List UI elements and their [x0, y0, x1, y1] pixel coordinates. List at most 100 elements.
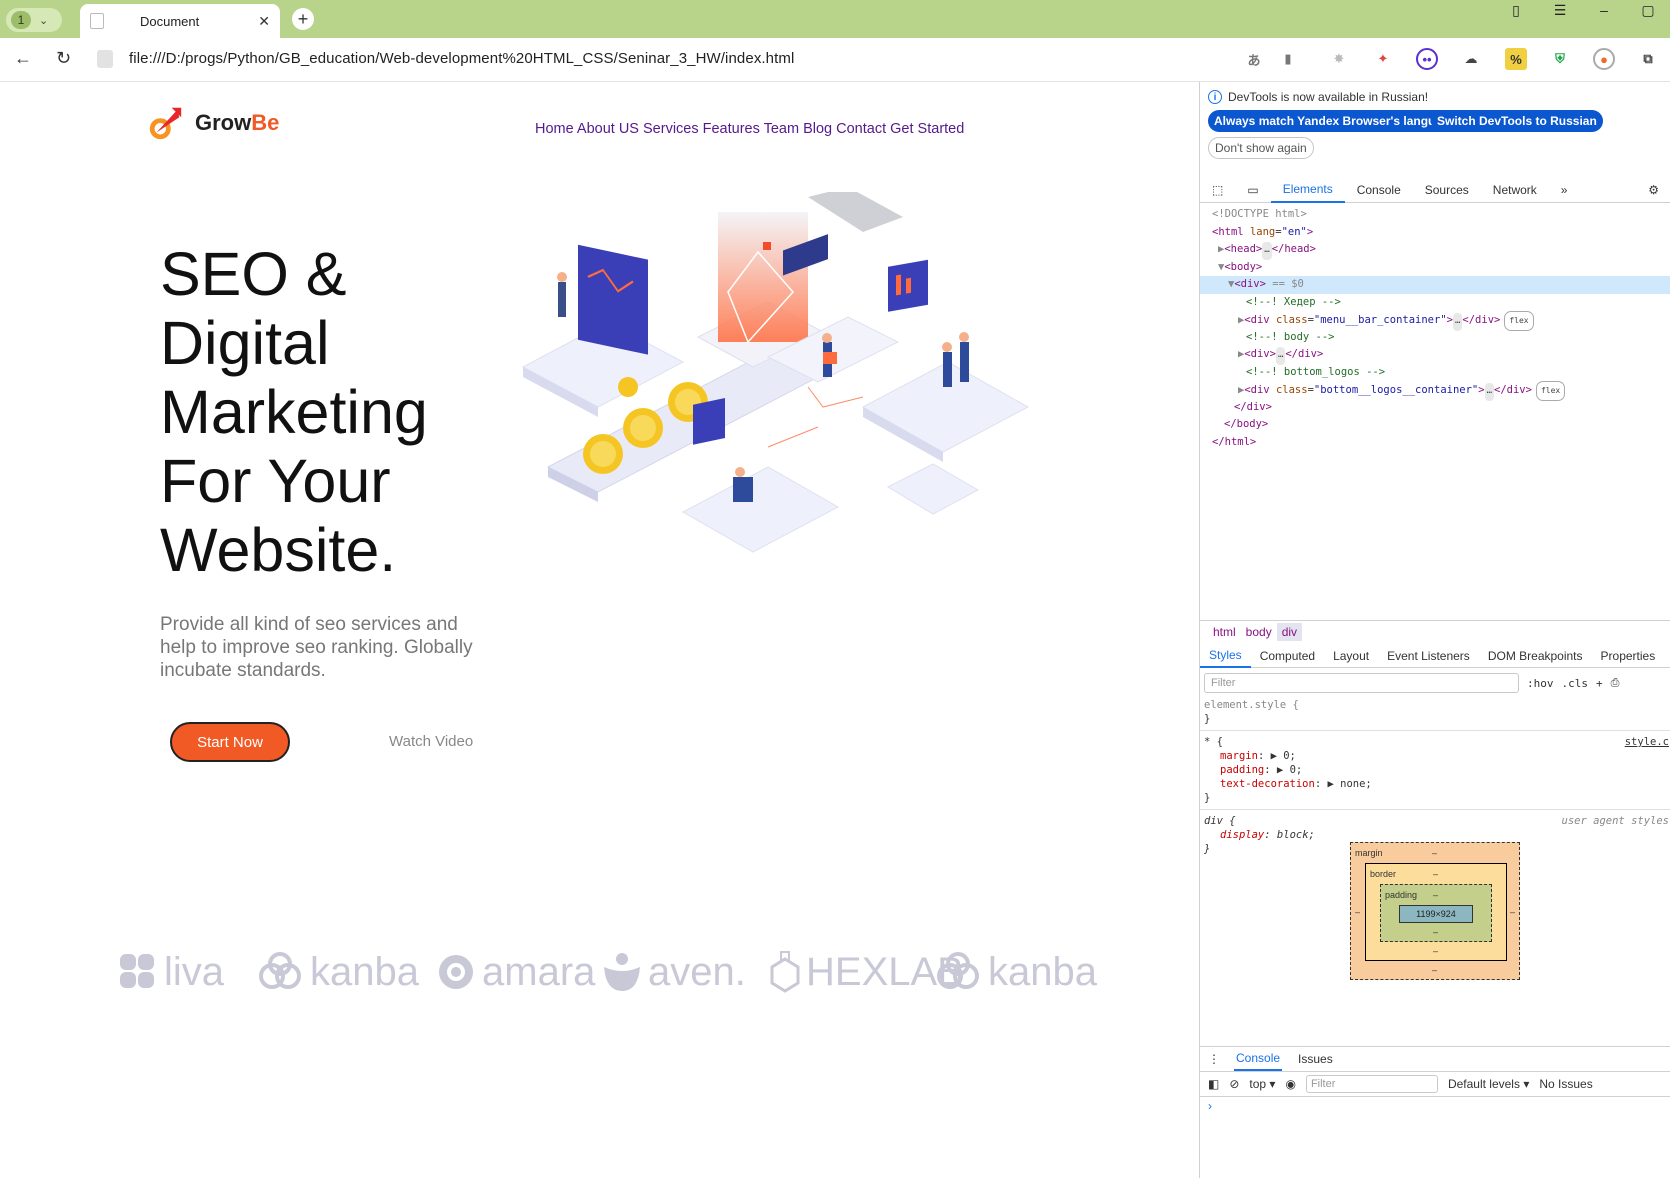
partner-logo: kanba — [258, 942, 419, 1002]
levels-select[interactable]: Default levels ▾ — [1448, 1077, 1529, 1091]
dom-node[interactable]: ▶<head>… </head> — [1200, 241, 1670, 260]
dom-node[interactable]: <html lang="en"> — [1200, 224, 1670, 242]
box-model-diagram: margin – – – – border – – padding – – 11… — [1350, 842, 1520, 980]
dom-node[interactable]: <!--! Хедер --> — [1200, 294, 1670, 312]
dom-node[interactable]: </body> — [1200, 416, 1670, 434]
cloud-download-icon[interactable]: ☁ — [1460, 48, 1482, 70]
console-prompt[interactable]: › — [1200, 1097, 1670, 1115]
sidebar-toggle-icon[interactable]: ◧ — [1208, 1077, 1219, 1091]
context-select[interactable]: top ▾ — [1249, 1077, 1275, 1091]
crumb-body[interactable]: body — [1241, 623, 1277, 641]
dom-node[interactable]: <!--! bottom_logos --> — [1200, 364, 1670, 382]
close-tab-icon[interactable]: ✕ — [258, 13, 270, 30]
minimize-button[interactable]: – — [1582, 0, 1626, 24]
browser-window: 1 ⌄ Document ✕ + ▯ ☰ – ▢ ← ↻ file:///D:/… — [0, 0, 1670, 1178]
device-toolbar-icon[interactable]: ▭ — [1235, 177, 1270, 203]
partner-logo: amara — [436, 942, 595, 1002]
tab-styles[interactable]: Styles — [1200, 644, 1251, 668]
eye-icon[interactable]: ◉ — [1285, 1077, 1295, 1091]
drawer-menu-icon[interactable]: ⋮ — [1208, 1052, 1220, 1066]
file-icon — [97, 50, 113, 68]
issues-count[interactable]: No Issues — [1539, 1077, 1592, 1091]
cls-toggle[interactable]: .cls — [1562, 677, 1589, 690]
translate-icon[interactable]: あ — [1243, 48, 1265, 70]
window-controls: ▯ ☰ – ▢ — [1494, 0, 1670, 24]
hero-line: Marketing — [160, 378, 428, 446]
tab-console[interactable]: Console — [1345, 177, 1413, 203]
rule-universal[interactable]: * {style.c margin: ▶ 0; padding: ▶ 0; te… — [1200, 731, 1670, 810]
extension-color-icon[interactable]: ✦ — [1372, 48, 1394, 70]
bookmarks-icon[interactable]: ▯ — [1494, 0, 1538, 24]
dom-node[interactable]: ▶<div class="bottom__logos__container">…… — [1200, 381, 1670, 401]
paint-icon[interactable]: ⎙ — [1611, 676, 1620, 690]
reload-icon[interactable]: ↻ — [56, 48, 71, 69]
partner-logo: kanba — [936, 942, 1097, 1002]
devtools-panel: i DevTools is now available in Russian! … — [1199, 82, 1670, 1178]
dom-node[interactable]: ▶<div>… </div> — [1200, 346, 1670, 365]
devtools-tabs: ⬚ ▭ Elements Console Sources Network » ⚙ — [1200, 177, 1670, 203]
add-rule-icon[interactable]: + — [1596, 677, 1603, 690]
tab-event-listeners[interactable]: Event Listeners — [1378, 644, 1479, 668]
drawer-tab-console[interactable]: Console — [1234, 1047, 1283, 1071]
url-field[interactable]: file:///D:/progs/Python/GB_education/Web… — [129, 50, 794, 67]
site-logo[interactable]: GrowBe — [147, 104, 279, 142]
tab-layout[interactable]: Layout — [1324, 644, 1378, 668]
style-rules: element.style { } * {style.c margin: ▶ 0… — [1200, 694, 1670, 860]
extensions-icon[interactable]: ⧉ — [1637, 48, 1659, 70]
back-arrow-icon[interactable]: ← — [14, 48, 32, 69]
crumb-html[interactable]: html — [1208, 623, 1241, 641]
tab-document[interactable]: Document ✕ — [80, 4, 280, 38]
inspect-element-icon[interactable]: ⬚ — [1200, 177, 1235, 203]
more-tabs-icon[interactable]: » — [1549, 177, 1580, 203]
rocket-logo-icon — [149, 107, 182, 140]
record-icon[interactable]: ● — [1593, 48, 1615, 70]
clear-console-icon[interactable]: ⊘ — [1229, 1077, 1239, 1091]
extension-puzzle-icon[interactable]: ✸ — [1328, 48, 1350, 70]
shield-icon[interactable]: ⛨ — [1549, 48, 1571, 70]
hero-line: SEO & — [160, 240, 347, 308]
dom-node[interactable]: <!DOCTYPE html> — [1200, 206, 1670, 224]
hov-toggle[interactable]: :hov — [1527, 677, 1554, 690]
dom-tree: <!DOCTYPE html> <html lang="en"> ▶<head>… — [1200, 206, 1670, 451]
stylesheet-link[interactable]: style.c — [1625, 735, 1669, 749]
drawer-tab-issues[interactable]: Issues — [1296, 1048, 1335, 1070]
dont-show-again-button[interactable]: Don't show again — [1208, 137, 1314, 159]
rule-element-style[interactable]: element.style { } — [1200, 694, 1670, 731]
web-page: GrowBe Home About US Services Features T… — [0, 82, 1199, 1178]
dom-node-selected[interactable]: ▼<div> == $0 — [1200, 276, 1670, 294]
dom-node[interactable]: <!--! body --> — [1200, 329, 1670, 347]
start-now-button[interactable]: Start Now — [170, 722, 290, 762]
page-icon — [90, 13, 104, 29]
settings-gear-icon[interactable]: ⚙ — [1636, 177, 1670, 203]
dom-node[interactable]: ▶<div class="menu__bar_container">… </div… — [1200, 311, 1670, 331]
tab-elements[interactable]: Elements — [1270, 177, 1345, 203]
amara-icon — [439, 955, 473, 989]
match-language-button[interactable]: Always match Yandex Browser's language — [1208, 110, 1463, 132]
menu-icon[interactable]: ☰ — [1538, 0, 1582, 24]
dom-node[interactable]: </div> — [1200, 399, 1670, 417]
styles-filter-input[interactable]: Filter — [1204, 673, 1519, 693]
tab-sources[interactable]: Sources — [1413, 177, 1481, 203]
maximize-button[interactable]: ▢ — [1626, 0, 1670, 24]
extension-face-icon[interactable]: •• — [1416, 48, 1438, 70]
hero-line: Digital — [160, 309, 330, 377]
tab-counter[interactable]: 1 ⌄ — [6, 8, 62, 32]
border-box: border – – padding – – 1199×924 — [1365, 863, 1507, 961]
switch-russian-button[interactable]: Switch DevTools to Russian — [1431, 110, 1603, 132]
tab-dom-breakpoints[interactable]: DOM Breakpoints — [1479, 644, 1592, 668]
console-filter-input[interactable]: Filter — [1305, 1075, 1438, 1093]
nav-menu[interactable]: Home About US Services Features Team Blo… — [535, 121, 964, 137]
dom-node[interactable]: </html> — [1200, 434, 1670, 452]
percent-icon[interactable]: % — [1505, 48, 1527, 70]
tab-properties[interactable]: Properties — [1592, 644, 1665, 668]
kanba-icon — [937, 952, 979, 989]
dom-node[interactable]: ▼<body> — [1200, 259, 1670, 277]
tab-network[interactable]: Network — [1481, 177, 1549, 203]
hero-title: SEO & Digital Marketing For Your Website… — [160, 240, 500, 585]
hero-description: Provide all kind of seo services and hel… — [160, 614, 473, 681]
new-tab-button[interactable]: + — [292, 8, 314, 30]
watch-video-link[interactable]: Watch Video — [389, 733, 473, 750]
crumb-div[interactable]: div — [1276, 622, 1303, 641]
tab-computed[interactable]: Computed — [1251, 644, 1324, 668]
bookmark-icon[interactable]: ▮ — [1277, 48, 1299, 70]
